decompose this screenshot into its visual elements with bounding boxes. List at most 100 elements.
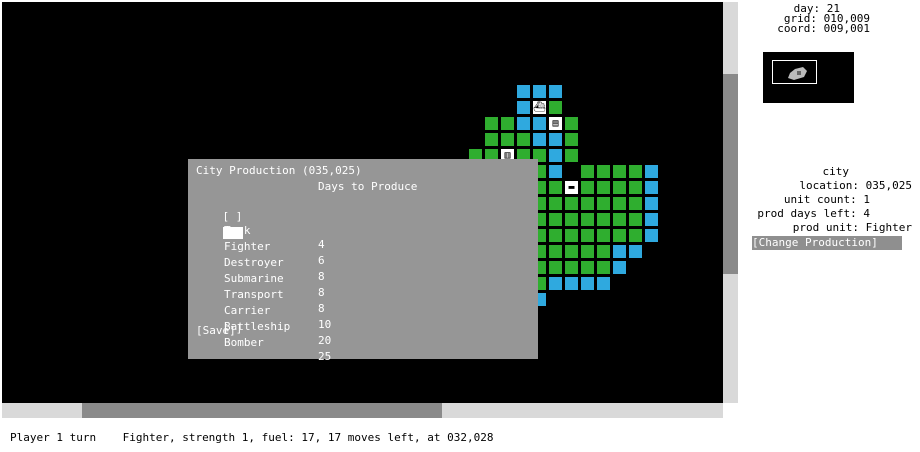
selected-unit-info: Fighter, strength 1, fuel: 17, 17 moves … — [122, 431, 494, 444]
land-tile[interactable] — [564, 260, 579, 275]
land-tile[interactable] — [628, 196, 643, 211]
water-tile[interactable] — [612, 260, 627, 275]
land-tile[interactable] — [580, 260, 595, 275]
option-name: Bomber — [224, 336, 264, 349]
dialog-title: City Production (035,025) — [196, 164, 362, 177]
production-option-submarine[interactable]: Submarine 8 — [196, 244, 325, 299]
water-tile[interactable] — [532, 132, 547, 147]
save-button[interactable]: [Save] — [196, 324, 236, 338]
land-tile[interactable] — [516, 132, 531, 147]
land-tile[interactable] — [484, 132, 499, 147]
option-days: 4 — [318, 238, 325, 251]
water-tile[interactable] — [516, 100, 531, 115]
production-option-destroyer[interactable]: Destroyer 8 — [196, 228, 325, 283]
land-tile[interactable] — [580, 212, 595, 227]
change-production-button[interactable]: [Change Production] — [752, 236, 902, 250]
land-tile[interactable] — [580, 180, 595, 195]
water-tile[interactable] — [644, 180, 659, 195]
water-tile[interactable] — [644, 228, 659, 243]
minimap-viewport — [772, 60, 817, 84]
land-tile[interactable] — [548, 228, 563, 243]
production-option-bomber[interactable]: [ ] Bomber 25 — [196, 308, 332, 363]
land-tile[interactable] — [564, 244, 579, 259]
water-tile[interactable] — [644, 164, 659, 179]
water-tile[interactable] — [516, 116, 531, 131]
land-tile[interactable] — [596, 164, 611, 179]
option-days: 8 — [318, 270, 325, 283]
water-tile[interactable] — [564, 276, 579, 291]
water-tile[interactable] — [516, 84, 531, 99]
land-tile[interactable] — [612, 228, 627, 243]
water-tile[interactable] — [532, 116, 547, 131]
option-days: 6 — [318, 254, 325, 267]
info-location: location: 035,025 — [799, 179, 912, 192]
vertical-scroll-thumb[interactable] — [723, 74, 738, 274]
minimap[interactable] — [763, 52, 854, 103]
production-option-fighter[interactable]: Fighter 6 — [196, 212, 325, 267]
land-tile[interactable] — [548, 260, 563, 275]
land-tile[interactable] — [596, 212, 611, 227]
land-tile[interactable] — [564, 148, 579, 163]
land-tile[interactable] — [564, 132, 579, 147]
factory-icon[interactable]: ▤ — [548, 116, 563, 131]
water-tile[interactable] — [532, 84, 547, 99]
land-tile[interactable] — [564, 212, 579, 227]
water-tile[interactable] — [644, 212, 659, 227]
info-prod-days-left: prod days left: 4 — [757, 207, 870, 220]
horizontal-scrollbar[interactable] — [2, 403, 723, 418]
info-type: city — [822, 165, 850, 178]
land-tile[interactable] — [628, 228, 643, 243]
land-tile[interactable] — [484, 116, 499, 131]
production-option-tank[interactable]: [ ] Tank 4 — [196, 196, 325, 251]
land-tile[interactable] — [628, 212, 643, 227]
land-tile[interactable] — [564, 228, 579, 243]
land-tile[interactable] — [596, 196, 611, 211]
water-tile[interactable] — [548, 148, 563, 163]
production-option-battleship[interactable]: Battleship 20 — [196, 292, 331, 347]
water-tile[interactable] — [548, 276, 563, 291]
land-tile[interactable] — [596, 180, 611, 195]
land-tile[interactable] — [580, 164, 595, 179]
water-tile[interactable] — [596, 276, 611, 291]
water-tile[interactable] — [580, 276, 595, 291]
land-tile[interactable] — [500, 132, 515, 147]
water-tile[interactable] — [628, 244, 643, 259]
land-tile[interactable] — [596, 260, 611, 275]
water-tile[interactable] — [548, 164, 563, 179]
land-tile[interactable] — [548, 180, 563, 195]
land-tile[interactable] — [548, 196, 563, 211]
land-tile[interactable] — [596, 228, 611, 243]
land-tile[interactable] — [548, 100, 563, 115]
land-tile[interactable] — [564, 116, 579, 131]
land-tile[interactable] — [612, 196, 627, 211]
water-tile[interactable] — [548, 84, 563, 99]
water-tile[interactable] — [644, 196, 659, 211]
production-option-carrier[interactable]: Carrier 10 — [196, 276, 331, 331]
land-tile[interactable] — [612, 164, 627, 179]
land-tile[interactable] — [612, 180, 627, 195]
land-tile[interactable] — [580, 196, 595, 211]
land-tile[interactable] — [628, 164, 643, 179]
coord-readout: coord: 009,001 — [777, 22, 870, 35]
land-tile[interactable] — [580, 228, 595, 243]
option-days: 8 — [318, 302, 325, 315]
land-tile[interactable] — [548, 244, 563, 259]
vertical-scrollbar[interactable] — [723, 2, 738, 403]
water-tile[interactable] — [612, 244, 627, 259]
land-tile[interactable] — [580, 244, 595, 259]
info-unit-count: unit count: 1 — [783, 193, 870, 206]
tank-icon[interactable]: ▬ — [564, 180, 579, 195]
option-days: 25 — [318, 350, 332, 363]
land-tile[interactable] — [612, 212, 627, 227]
production-option-transport[interactable]: Transport 8 — [196, 260, 325, 315]
land-tile[interactable] — [500, 116, 515, 131]
land-tile[interactable] — [628, 180, 643, 195]
transport-ship-icon[interactable]: ⛴ — [532, 100, 547, 115]
horizontal-scroll-thumb[interactable] — [82, 403, 442, 418]
status-bar: Player 1 turn Fighter, strength 1, fuel:… — [10, 431, 493, 445]
land-tile[interactable] — [548, 212, 563, 227]
water-tile[interactable] — [548, 132, 563, 147]
minimap-terrain-icon — [788, 67, 807, 80]
land-tile[interactable] — [596, 244, 611, 259]
land-tile[interactable] — [564, 196, 579, 211]
